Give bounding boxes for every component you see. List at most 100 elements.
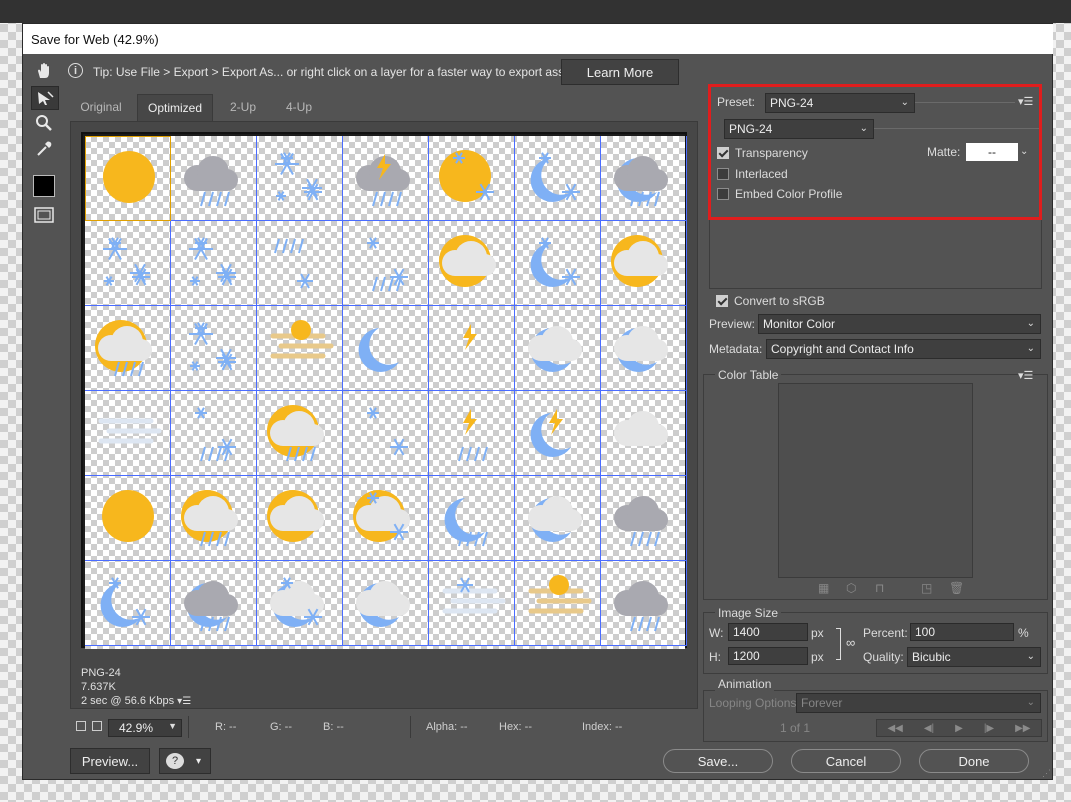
height-input[interactable]: 1200 <box>728 647 808 665</box>
slice-cell-sun-cloud-icon[interactable] <box>257 476 343 561</box>
slice-cell-thunder-sun-icon[interactable] <box>429 306 515 391</box>
slice-cell-snowflakes-icon[interactable] <box>171 306 257 391</box>
slice-cell-sun-cloud-icon[interactable] <box>429 221 515 306</box>
tab-2-up[interactable]: 2-Up <box>219 94 267 120</box>
slice-cell-sun-snow-cloud-icon[interactable] <box>343 476 429 561</box>
slice-cell-moon-cloud-icon[interactable] <box>343 561 429 646</box>
learn-more-button[interactable]: Learn More <box>561 59 679 85</box>
slice-cell-moon-snow-icon[interactable] <box>85 561 171 646</box>
save-button[interactable]: Save... <box>663 749 773 773</box>
zoom-out-icon[interactable] <box>76 721 86 731</box>
convert-srgb-label: Convert to sRGB <box>734 294 825 308</box>
done-button[interactable]: Done <box>919 749 1029 773</box>
speed-menu-icon[interactable]: ▾☰ <box>177 696 191 707</box>
play-icon[interactable]: ▶ <box>955 723 963 734</box>
slice-cell-moon-rain-cloud-icon[interactable] <box>171 561 257 646</box>
slice-cell-moon-snow-icon[interactable] <box>515 221 601 306</box>
slice-cell-snowflakes-icon[interactable] <box>85 221 171 306</box>
slice-cell-thunder-moon-icon[interactable] <box>515 391 601 476</box>
slice-cell-moon-snow-cloud-icon[interactable] <box>257 561 343 646</box>
slice-cell-fog-sun-icon[interactable] <box>515 561 601 646</box>
color-table-title: Color Table <box>715 368 782 382</box>
slice-cell-cloud-icon[interactable] <box>601 391 687 476</box>
new-color-icon[interactable]: ◳ <box>921 581 932 595</box>
last-frame-icon[interactable]: ▶▶ <box>1015 723 1030 734</box>
quality-select[interactable]: Bicubic ⌄ <box>907 647 1041 667</box>
slice-cell-sun-icon[interactable] <box>85 476 171 561</box>
hand-tool-icon[interactable] <box>31 60 57 82</box>
slice-cell-snowflakes-icon[interactable] <box>257 136 343 221</box>
slice-cell-sun-rain-cloud-icon[interactable] <box>85 306 171 391</box>
slice-grid[interactable] <box>85 136 687 649</box>
slice-cell-sun-rain-cloud-icon[interactable] <box>171 476 257 561</box>
browser-preview-button[interactable]: ? ▾ <box>159 748 211 774</box>
width-unit: px <box>811 626 824 640</box>
cube-icon[interactable]: ⬡ <box>846 581 856 595</box>
link-icon[interactable]: ∞ <box>846 635 855 650</box>
prev-frame-icon[interactable]: ◀| <box>924 723 934 734</box>
color-table-menu-icon[interactable]: ▾☰ <box>1018 371 1033 382</box>
slice-select-tool-icon[interactable] <box>31 86 59 110</box>
zoom-level-select[interactable]: 42.9% ▼ <box>108 719 182 737</box>
trash-icon[interactable]: 🗑 <box>949 581 964 595</box>
slice-cell-fog-icon[interactable] <box>85 391 171 476</box>
optimized-preview-pane: PNG-24 7.637K 2 sec @ 56.6 Kbps ▾☰ <box>70 121 698 709</box>
slice-cell-moon-rain-cloud-icon[interactable] <box>601 136 687 221</box>
index-readout: Index: -- <box>582 721 623 733</box>
color-table-swatches[interactable] <box>778 383 973 578</box>
zoom-in-icon[interactable] <box>92 721 102 731</box>
slice-cell-cloud-moon-icon[interactable] <box>601 306 687 391</box>
slice-cell-sun-cloud-icon[interactable] <box>601 221 687 306</box>
slice-cell-sun-icon[interactable] <box>85 136 171 221</box>
preview-color-select[interactable]: Monitor Color ⌄ <box>758 314 1041 334</box>
lock-icon[interactable]: ⊓ <box>875 581 884 595</box>
slice-cell-moon-rain-icon[interactable] <box>429 476 515 561</box>
convert-srgb-checkbox[interactable] <box>716 295 728 307</box>
width-input[interactable]: 1400 <box>728 623 808 641</box>
slice-cell-fog-snow-icon[interactable] <box>429 561 515 646</box>
info-icon: i <box>68 63 83 78</box>
percent-input[interactable]: 100 <box>910 623 1014 641</box>
toggle-slices-icon[interactable] <box>31 204 57 226</box>
slice-cell-snowflakes-icon[interactable] <box>171 221 257 306</box>
eyedropper-tool-icon[interactable] <box>31 138 57 160</box>
constrain-bracket <box>836 628 841 660</box>
cancel-button[interactable]: Cancel <box>791 749 901 773</box>
slice-cell-thunder-rain-cloud-icon[interactable] <box>343 136 429 221</box>
percent-label: Percent: <box>863 626 908 640</box>
slice-cell-sleet-icon[interactable] <box>257 221 343 306</box>
preview-button[interactable]: Preview... <box>70 748 150 774</box>
green-readout: G: -- <box>270 721 292 733</box>
tab-4-up[interactable]: 4-Up <box>275 94 323 120</box>
metadata-select[interactable]: Copyright and Contact Info ⌄ <box>766 339 1041 359</box>
slice-cell-moon-icon[interactable] <box>343 306 429 391</box>
color-swatch[interactable] <box>33 175 55 197</box>
slice-cell-cloud-moon-icon[interactable] <box>515 306 601 391</box>
tab-optimized[interactable]: Optimized <box>137 94 213 121</box>
slice-cell-rain-cloud-icon[interactable] <box>601 476 687 561</box>
slice-cell-rain-snow-icon[interactable] <box>171 391 257 476</box>
slice-cell-moon-cloud-icon[interactable] <box>515 476 601 561</box>
slice-cell-rain-cloud-icon[interactable] <box>171 136 257 221</box>
slice-cell-sun-snow-icon[interactable] <box>429 136 515 221</box>
slice-cell-rain-cloud-icon[interactable] <box>601 561 687 646</box>
resize-grip-icon[interactable]: ⋰ <box>1042 768 1051 779</box>
slice-cell-fog-sun-icon[interactable] <box>257 306 343 391</box>
image-size-title: Image Size <box>715 606 782 620</box>
web-shift-icon[interactable]: ▦ <box>818 581 829 595</box>
looping-select[interactable]: Forever ⌄ <box>796 693 1041 713</box>
slice-cell-snow-sun-icon[interactable] <box>343 391 429 476</box>
hex-readout: Hex: -- <box>499 721 532 733</box>
chevron-down-icon: ⌄ <box>1026 697 1035 708</box>
slice-cell-rain-snow-icon[interactable] <box>343 221 429 306</box>
slice-cell-sun-rain-cloud-icon[interactable] <box>257 391 343 476</box>
chevron-down-icon: ▼ <box>168 721 177 731</box>
next-frame-icon[interactable]: |▶ <box>984 723 994 734</box>
first-frame-icon[interactable]: ◀◀ <box>887 723 902 734</box>
slice-cell-rain-thunder-sun-icon[interactable] <box>429 391 515 476</box>
slice-cell-moon-snow-icon[interactable] <box>515 136 601 221</box>
image-canvas[interactable] <box>81 132 687 649</box>
tab-original[interactable]: Original <box>73 94 129 120</box>
zoom-tool-icon[interactable] <box>31 112 57 134</box>
red-readout: R: -- <box>215 721 237 733</box>
